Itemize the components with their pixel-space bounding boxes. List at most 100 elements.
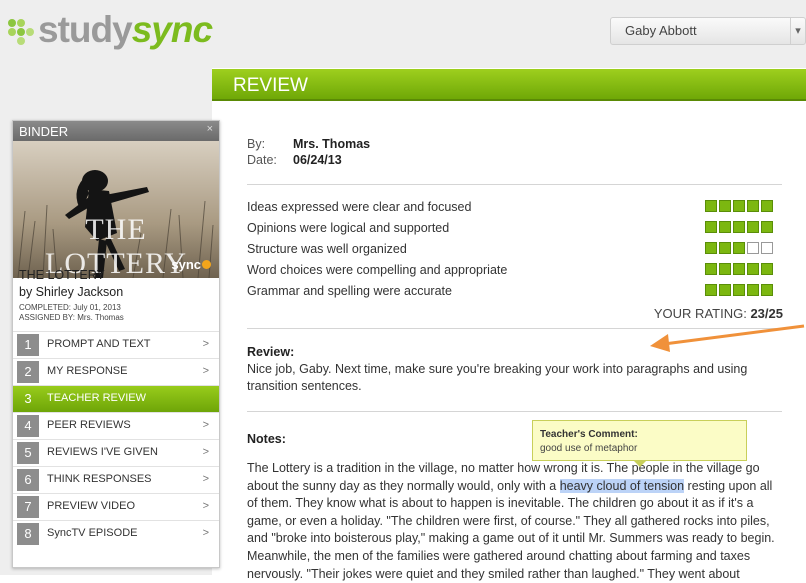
score-square-empty	[747, 242, 759, 254]
score-squares	[705, 284, 775, 296]
binder-header: BINDER ×	[13, 121, 219, 141]
cover-brand-logo: sync	[171, 257, 211, 272]
reviewer-name: Mrs. Thomas	[293, 137, 371, 151]
score-square-filled	[719, 200, 731, 212]
assigned-label: ASSIGNED BY:	[19, 313, 76, 322]
studysync-logo[interactable]: studysync	[8, 10, 213, 50]
score-squares	[705, 242, 775, 254]
your-rating: YOUR RATING: 23/25	[600, 306, 783, 321]
review-text: Nice job, Gaby. Next time, make sure you…	[247, 362, 748, 393]
rating-label: YOUR RATING:	[653, 306, 747, 321]
score-square-filled	[705, 284, 717, 296]
notes-label: Notes:	[247, 432, 286, 446]
score-square-filled	[705, 200, 717, 212]
divider	[247, 411, 782, 412]
binder-menu-item[interactable]: 8 SyncTV EPISODE >	[13, 520, 219, 547]
completed-label: COMPLETED:	[19, 303, 72, 312]
chevron-right-icon: >	[202, 419, 209, 431]
orange-arrow-icon	[650, 324, 805, 352]
binder-menu-item[interactable]: 5 REVIEWS I'VE GIVEN >	[13, 439, 219, 466]
score-square-filled	[719, 221, 731, 233]
date-label: Date:	[247, 153, 277, 167]
score-square-filled	[733, 263, 745, 275]
book-cover-image: THE LOTTERY sync	[13, 141, 219, 278]
menu-item-label: TEACHER REVIEW	[47, 392, 147, 404]
user-menu[interactable]: Gaby Abbott ▾	[610, 17, 806, 45]
criteria-row: Structure was well organized	[247, 241, 787, 262]
menu-item-number: 1	[17, 334, 39, 356]
score-square-filled	[747, 221, 759, 233]
chevron-down-icon[interactable]: ▾	[790, 18, 805, 44]
criteria-row: Ideas expressed were clear and focused	[247, 199, 787, 220]
close-icon[interactable]: ×	[207, 123, 213, 135]
score-square-filled	[747, 200, 759, 212]
menu-item-label: MY RESPONSE	[47, 365, 128, 377]
completed-value: July 01, 2013	[73, 303, 121, 312]
score-square-filled	[733, 221, 745, 233]
binder-title: BINDER	[19, 124, 69, 139]
score-square-filled	[761, 221, 773, 233]
review-date: 06/24/13	[293, 153, 342, 167]
cover-brand-text: sync	[171, 257, 201, 272]
binder-menu-item[interactable]: 3 TEACHER REVIEW	[13, 385, 219, 412]
review-meta: By: Mrs. Thomas Date: 06/24/13	[247, 136, 370, 168]
chevron-right-icon: >	[202, 446, 209, 458]
brand-dot-icon	[202, 260, 211, 269]
criteria-list: Ideas expressed were clear and focused Op…	[247, 199, 787, 304]
binder-menu-item[interactable]: 6 THINK RESPONSES >	[13, 466, 219, 493]
score-square-filled	[719, 263, 731, 275]
binder-menu-item[interactable]: 7 PREVIEW VIDEO >	[13, 493, 219, 520]
score-squares	[705, 263, 775, 275]
binder-menu-item[interactable]: 4 PEER REVIEWS >	[13, 412, 219, 439]
book-meta: COMPLETED: July 01, 2013 ASSIGNED BY: Mr…	[19, 303, 124, 323]
score-square-filled	[733, 284, 745, 296]
criteria-label: Word choices were compelling and appropr…	[247, 263, 508, 277]
score-square-filled	[719, 242, 731, 254]
criteria-row: Word choices were compelling and appropr…	[247, 262, 787, 283]
chevron-right-icon: >	[202, 338, 209, 350]
score-square-empty	[761, 242, 773, 254]
menu-item-number: 6	[17, 469, 39, 491]
menu-item-label: THINK RESPONSES	[47, 473, 152, 485]
criteria-label: Structure was well organized	[247, 242, 407, 256]
score-square-filled	[747, 284, 759, 296]
chevron-right-icon: >	[202, 500, 209, 512]
score-square-filled	[719, 284, 731, 296]
binder-menu-item[interactable]: 1 PROMPT AND TEXT >	[13, 331, 219, 358]
logo-dots-icon	[8, 17, 34, 45]
notes-text: The Lottery is a tradition in the villag…	[247, 460, 782, 583]
menu-item-number: 8	[17, 523, 39, 545]
score-square-filled	[705, 221, 717, 233]
menu-item-number: 3	[24, 391, 32, 406]
notes-text-after: resting upon all of them. They know what…	[247, 478, 775, 581]
binder-panel: BINDER × THE LOTTERY sync THE LOTTERY by…	[12, 120, 220, 568]
score-squares	[705, 200, 775, 212]
teacher-comment-tooltip: Teacher's Comment: good use of metaphor	[532, 420, 747, 467]
book-title: THE LOTTERY	[19, 268, 105, 282]
score-squares	[705, 221, 775, 233]
user-name: Gaby Abbott	[625, 23, 697, 38]
score-square-filled	[733, 242, 745, 254]
chevron-right-icon: >	[202, 365, 209, 377]
tooltip-heading: Teacher's Comment:	[540, 429, 638, 440]
chevron-right-icon: >	[202, 473, 209, 485]
divider	[247, 184, 782, 185]
menu-item-number: 2	[17, 361, 39, 383]
criteria-row: Opinions were logical and supported	[247, 220, 787, 241]
menu-item-number: 4	[17, 415, 39, 437]
criteria-label: Ideas expressed were clear and focused	[247, 200, 472, 214]
score-square-filled	[761, 284, 773, 296]
book-author: by Shirley Jackson	[19, 285, 124, 299]
binder-menu-item[interactable]: 2 MY RESPONSE >	[13, 358, 219, 385]
by-label: By:	[247, 137, 266, 151]
criteria-row: Grammar and spelling were accurate	[247, 283, 787, 304]
menu-item-label: REVIEWS I'VE GIVEN	[47, 446, 158, 458]
menu-item-label: PEER REVIEWS	[47, 419, 131, 431]
score-square-filled	[733, 200, 745, 212]
menu-item-number: 5	[17, 442, 39, 464]
highlighted-phrase[interactable]: heavy cloud of tension	[559, 478, 685, 493]
rating-value: 23/25	[750, 306, 783, 321]
menu-item-number: 7	[17, 496, 39, 518]
score-square-filled	[761, 200, 773, 212]
criteria-label: Opinions were logical and supported	[247, 221, 450, 235]
